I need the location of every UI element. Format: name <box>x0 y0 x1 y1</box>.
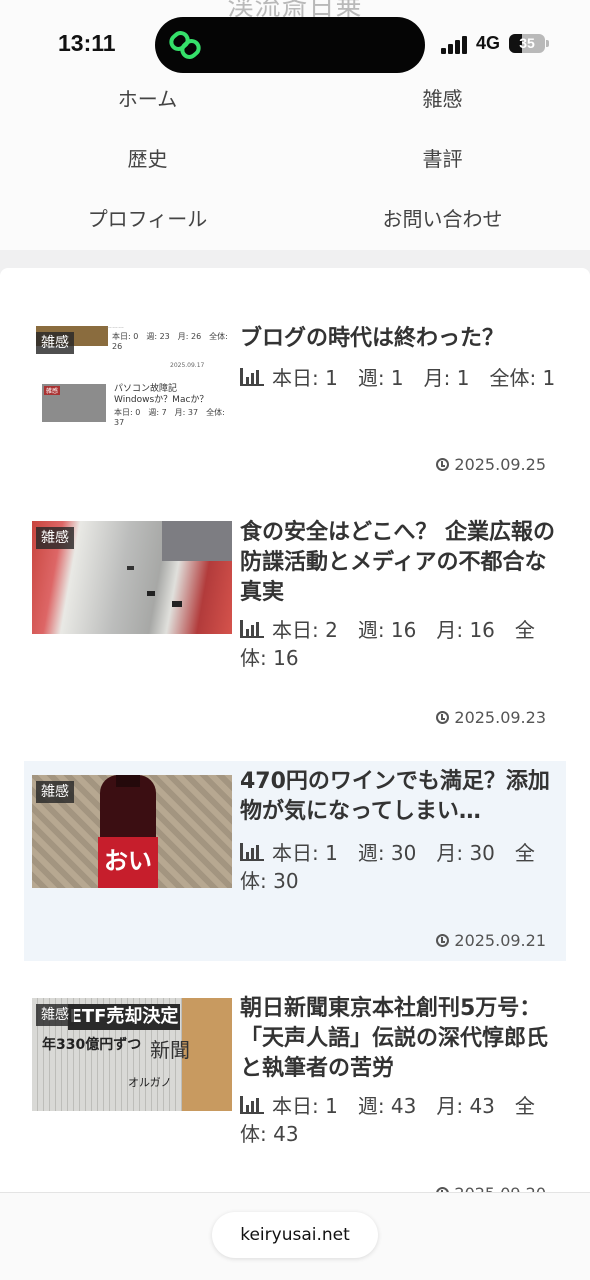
nav-item-profile[interactable]: プロフィール <box>0 205 295 233</box>
thumb-masthead: 新聞 <box>150 1038 190 1062</box>
post-date-text: 2025.09.25 <box>454 455 546 474</box>
thumb-stat: 本日: 0 週: 7 月: 37 全体: 37 <box>114 408 225 427</box>
battery-tip <box>546 40 549 47</box>
view-stats: 本日: 1 週: 1 月: 1 全体: 1 <box>272 366 556 390</box>
thumb-stat: 本日: 0 週: 23 月: 26 全体: 26 <box>112 332 228 351</box>
view-stats: 本日: 2 週: 16 月: 16 全体: 16 <box>240 618 535 670</box>
thumb-title: パソコン故障記 Windowsか？Macか？ <box>114 384 209 405</box>
article-title[interactable]: 食の安全はどこへ？ 企業広報の防諜活動とメディアの不都合な真実 <box>240 518 558 608</box>
article-title[interactable]: 470円のワインでも満足？添加物が気になってしまい… <box>240 767 558 827</box>
thumb-badge: 雑感 <box>44 386 61 395</box>
article-thumbnail[interactable]: ETF売却決定 年330億円ずつ 新聞 オルガノ 雑感 <box>32 998 232 1111</box>
post-date: 2025.09.25 <box>436 455 546 474</box>
view-stats: 本日: 1 週: 30 月: 30 全体: 30 <box>240 841 535 893</box>
article-entry[interactable]: ETF売却決定 年330億円ずつ 新聞 オルガノ 雑感 朝日新聞東京本社創刊5万… <box>24 988 566 1208</box>
post-date: 2025.09.23 <box>436 708 546 727</box>
bar-chart-icon <box>240 368 264 386</box>
bar-chart-icon <box>240 843 264 861</box>
article-entry[interactable]: おい 雑感 470円のワインでも満足？添加物が気になってしまい… 本日: 1 週… <box>24 761 566 961</box>
nav-item-history[interactable]: 歴史 <box>0 145 295 173</box>
nav-item-contact[interactable]: お問い合わせ <box>295 205 590 233</box>
view-count: 本日: 1 週: 43 月: 43 全体: 43 <box>240 1092 558 1148</box>
post-date-text: 2025.09.21 <box>454 931 546 950</box>
view-stats: 本日: 1 週: 43 月: 43 全体: 43 <box>240 1094 535 1146</box>
network-type: 4G <box>476 33 501 53</box>
article-entry[interactable]: 雑感 食の安全はどこへ？ 企業広報の防諜活動とメディアの不都合な真実 本日: 2… <box>24 508 566 733</box>
address-bar[interactable]: keiryusai.net <box>212 1212 378 1258</box>
article-title[interactable]: 朝日新聞東京本社創刊5万号：「天声人語」伝説の深代惇郎氏と執筆者の苦労 <box>240 994 558 1084</box>
thumb-headline: ETF売却決定 <box>68 1004 180 1030</box>
nav-item-home[interactable]: ホーム <box>0 85 295 113</box>
battery-level: 35 <box>519 35 535 51</box>
site-header: 渓流斎日乗 13:11 4G 35 ホーム 雑感 歴史 書評 プロフィール お問… <box>0 0 590 250</box>
nav-item-reviews[interactable]: 書評 <box>295 145 590 173</box>
dynamic-island <box>155 17 425 73</box>
category-badge[interactable]: 雑感 <box>36 1004 74 1026</box>
view-count: 本日: 1 週: 30 月: 30 全体: 30 <box>240 839 558 895</box>
article-thumbnail[interactable]: おい 雑感 <box>32 775 232 888</box>
thumb-subhead: 年330億円ずつ <box>42 1037 142 1053</box>
category-badge[interactable]: 雑感 <box>36 781 74 803</box>
browser-bottom-bar: keiryusai.net <box>0 1192 590 1280</box>
article-entry[interactable]: ……… 本日: 0 週: 23 月: 26 全体: 26 2025.09.17 … <box>24 308 566 488</box>
clock-icon <box>436 711 450 724</box>
thumb-date: 2025.09.17 <box>170 362 205 369</box>
article-thumbnail[interactable]: ……… 本日: 0 週: 23 月: 26 全体: 26 2025.09.17 … <box>32 326 232 439</box>
view-count: 本日: 1 週: 1 月: 1 全体: 1 <box>240 364 558 392</box>
nav-item-zakkan[interactable]: 雑感 <box>295 85 590 113</box>
thumb-ad: オルガノ <box>128 1076 172 1089</box>
bottle-label: おい <box>104 847 152 875</box>
post-date-text: 2025.09.23 <box>454 708 546 727</box>
article-thumbnail[interactable]: 雑感 <box>32 521 232 634</box>
category-badge[interactable]: 雑感 <box>36 332 74 354</box>
clock-icon <box>436 458 450 471</box>
view-count: 本日: 2 週: 16 月: 16 全体: 16 <box>240 616 558 672</box>
category-badge[interactable]: 雑感 <box>36 527 74 549</box>
bar-chart-icon <box>240 1096 264 1114</box>
bar-chart-icon <box>240 620 264 638</box>
status-bar: 13:11 4G 35 <box>0 0 590 90</box>
signal-icon <box>441 36 471 54</box>
status-time: 13:11 <box>58 30 116 56</box>
article-list: ……… 本日: 0 週: 23 月: 26 全体: 26 2025.09.17 … <box>0 268 590 1280</box>
post-date: 2025.09.21 <box>436 931 546 950</box>
article-title[interactable]: ブログの時代は終わった？ <box>240 324 558 354</box>
battery-icon: 35 <box>509 34 545 53</box>
clock-icon <box>436 934 450 947</box>
link-icon <box>169 31 201 59</box>
